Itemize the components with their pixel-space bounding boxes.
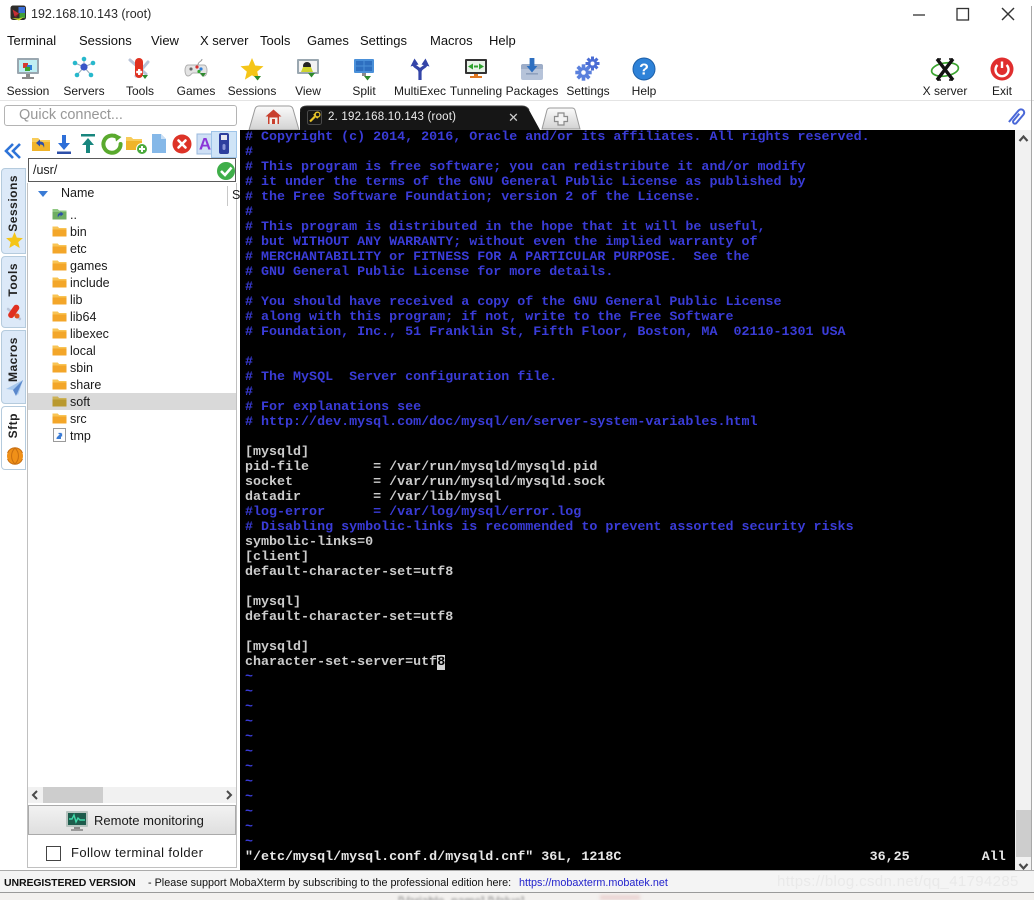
svg-text:?: ? (639, 62, 649, 79)
svg-text:A: A (199, 135, 211, 154)
